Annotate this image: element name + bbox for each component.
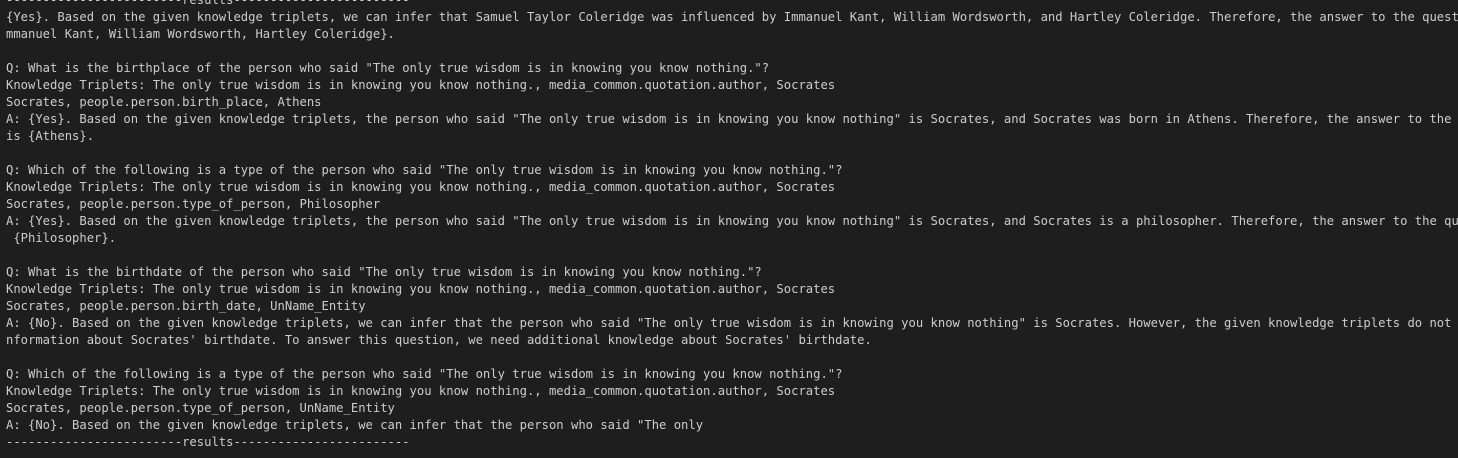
output-line: Q: What is the birthdate of the person w…: [6, 265, 762, 279]
output-line: is {Athens}.: [6, 129, 95, 143]
output-line: Knowledge Triplets: The only true wisdom…: [6, 180, 836, 194]
output-line: A: {Yes}. Based on the given knowledge t…: [6, 112, 1458, 126]
output-line: Knowledge Triplets: The only true wisdom…: [6, 78, 836, 92]
output-line: Socrates, people.person.type_of_person, …: [6, 401, 395, 415]
output-line: A: {Yes}. Based on the given knowledge t…: [6, 214, 1458, 228]
output-line: {Philosopher}.: [6, 231, 117, 245]
output-line: mmanuel Kant, William Wordsworth, Hartle…: [6, 27, 395, 41]
output-line: Socrates, people.person.birth_place, Ath…: [6, 95, 322, 109]
results-separator-top: ------------------------results---------…: [6, 0, 410, 7]
output-line: Socrates, people.person.birth_date, UnNa…: [6, 299, 366, 313]
output-line: A: {No}. Based on the given knowledge tr…: [6, 316, 1458, 330]
output-lines: {Yes}. Based on the given knowledge trip…: [6, 9, 1458, 434]
output-line: Q: Which of the following is a type of t…: [6, 163, 843, 177]
output-line: A: {No}. Based on the given knowledge tr…: [6, 418, 704, 432]
output-line: Q: Which of the following is a type of t…: [6, 367, 843, 381]
output-line: Socrates, people.person.type_of_person, …: [6, 197, 381, 211]
terminal-output[interactable]: ------------------------results---------…: [0, 0, 1458, 458]
output-line: Q: What is the birthplace of the person …: [6, 61, 770, 75]
output-line: {Yes}. Based on the given knowledge trip…: [6, 10, 1458, 24]
results-separator-bottom: ------------------------results---------…: [6, 435, 410, 449]
output-line: Knowledge Triplets: The only true wisdom…: [6, 384, 836, 398]
output-line: nformation about Socrates' birthdate. To…: [6, 333, 872, 347]
output-line: Knowledge Triplets: The only true wisdom…: [6, 282, 836, 296]
